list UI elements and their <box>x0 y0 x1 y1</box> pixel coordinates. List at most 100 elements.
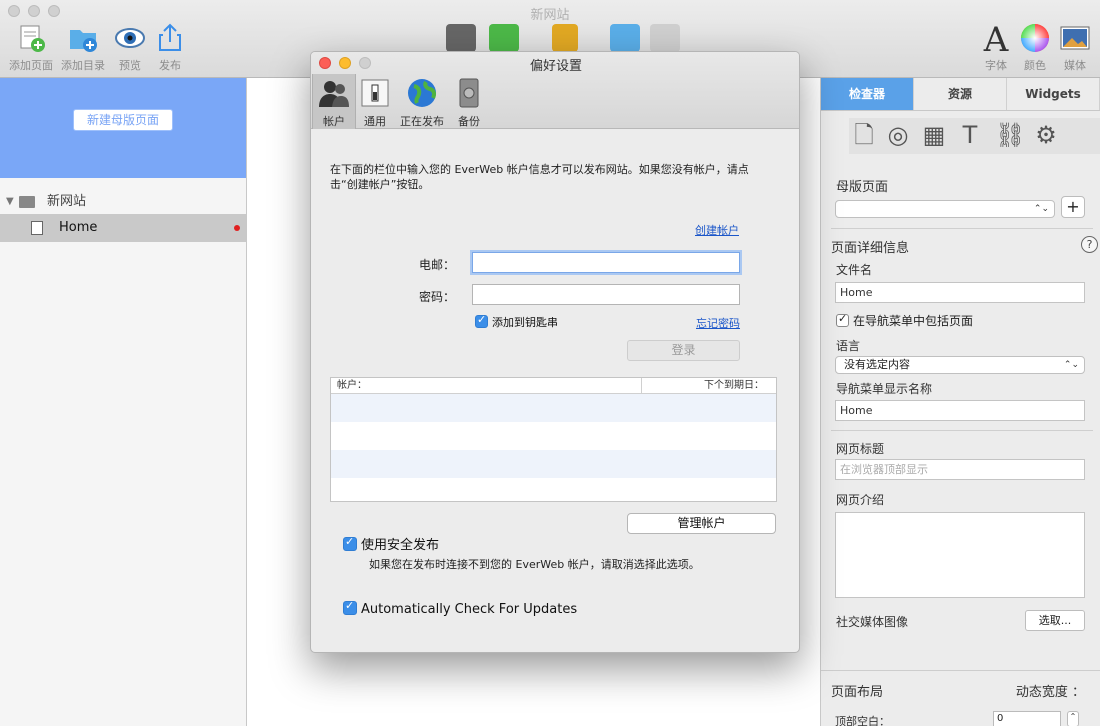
add-folder-button[interactable]: 添加目录 <box>56 22 110 73</box>
table-header: 帐户： 下个到期日： <box>331 378 776 394</box>
eye-icon <box>115 28 145 48</box>
top-space-label: 顶部空白： <box>835 715 890 726</box>
page-layout-section: 页面布局 动态宽度 ： 顶部空白： 0 ⌃ <box>821 670 1100 726</box>
nav-name-label: 导航菜单显示名称 <box>836 382 933 396</box>
globe-icon <box>408 79 436 107</box>
secure-publish-note: 如果您在发布时连接不到您的 EverWeb 帐户，请取消选择此选项。 <box>369 558 700 571</box>
create-account-link[interactable]: 创建帐户 <box>695 222 739 238</box>
tab-publishing-label: 正在发布 <box>400 115 444 128</box>
column-expiry[interactable]: 下个到期日： <box>704 378 764 393</box>
page-intro-textarea[interactable] <box>835 512 1085 598</box>
add-page-button[interactable]: 添加页面 <box>4 22 58 73</box>
tab-inspector[interactable]: 检查器 <box>821 78 914 110</box>
shape-tool-icon[interactable] <box>489 24 519 52</box>
language-select[interactable]: 没有选定内容 ⌃⌄ <box>835 356 1085 374</box>
shape-inspector-icon[interactable]: ◎ <box>885 122 911 148</box>
divider <box>831 228 1093 229</box>
dialog-title: 偏好设置 <box>529 59 582 74</box>
table-row[interactable] <box>331 478 776 506</box>
tab-resources[interactable]: 资源 <box>914 78 1007 110</box>
table-row[interactable] <box>331 422 776 450</box>
filename-field[interactable]: Home <box>835 282 1085 303</box>
master-page-select[interactable]: ⌃⌄ <box>835 200 1055 218</box>
page-inspector-icon[interactable]: 🗋 <box>851 122 877 148</box>
page-label: Home <box>59 220 98 235</box>
social-image-label: 社交媒体图像 <box>836 615 909 629</box>
page-title-label: 网页标题 <box>836 442 885 456</box>
tab-widgets[interactable]: Widgets <box>1007 78 1100 110</box>
select-button-label: 选取... <box>1038 614 1072 627</box>
tab-backup[interactable]: 备份 <box>447 74 491 129</box>
page-sidebar: 新建母版页面 ▼ 新网站 Home <box>0 78 247 726</box>
folder-icon <box>19 196 35 208</box>
language-value: 没有选定内容 <box>844 358 910 371</box>
color-label: 颜色 <box>1024 59 1046 72</box>
publish-label: 发布 <box>159 59 181 72</box>
anchor-tool-icon[interactable] <box>552 24 578 52</box>
tab-general-label: 通用 <box>364 115 386 128</box>
site-tree-item[interactable]: ▼ 新网站 <box>0 191 247 213</box>
email-label: 电邮： <box>419 258 456 272</box>
table-row[interactable] <box>331 450 776 478</box>
email-field[interactable] <box>472 252 740 273</box>
forgot-password-link[interactable]: 忘记密码 <box>696 315 740 331</box>
top-space-stepper[interactable]: ⌃ <box>1067 711 1079 726</box>
social-image-select-button[interactable]: 选取... <box>1025 610 1085 631</box>
refresh-icon[interactable] <box>610 24 640 52</box>
image-tool-icon[interactable] <box>650 24 680 52</box>
inspector-panel: 检查器 资源 Widgets 🗋 ◎ ▦ T ⛓ ⚙ 母版页面 ⌃⌄ + 页面详… <box>820 78 1100 726</box>
page-list-item[interactable]: Home <box>0 214 246 242</box>
secure-publish-label: 使用安全发布 <box>361 538 440 553</box>
tab-account[interactable]: 帐户 <box>312 74 356 129</box>
disclosure-triangle-icon[interactable]: ▼ <box>6 191 14 213</box>
login-button[interactable]: 登录 <box>627 340 740 361</box>
checkbox-icon <box>343 599 357 615</box>
manage-accounts-button[interactable]: 管理帐户 <box>627 513 776 534</box>
checkbox-icon <box>343 535 357 551</box>
help-icon[interactable]: ? <box>1081 236 1098 253</box>
link-inspector-icon[interactable]: ⛓ <box>995 122 1025 148</box>
tab-publishing[interactable]: 正在发布 <box>397 74 447 129</box>
media-button[interactable]: 媒体 <box>1048 22 1100 73</box>
password-field[interactable] <box>472 284 740 305</box>
media-label: 媒体 <box>1064 59 1086 72</box>
page-intro-label: 网页介绍 <box>836 493 885 507</box>
add-folder-label: 添加目录 <box>61 59 105 72</box>
text-tool-icon[interactable] <box>446 24 476 52</box>
inspector-subtabs: 🗋 ◎ ▦ T ⛓ ⚙ <box>849 118 1100 154</box>
accounts-table: 帐户： 下个到期日： <box>330 377 777 502</box>
tab-account-label: 帐户 <box>323 115 345 128</box>
add-master-button[interactable]: + <box>1061 196 1085 218</box>
top-space-field[interactable]: 0 <box>993 711 1061 726</box>
font-label: 字体 <box>985 59 1007 72</box>
select-chevron-icon: ⌃⌄ <box>1063 360 1079 370</box>
page-icon <box>31 221 43 235</box>
publish-button[interactable]: 发布 <box>143 22 197 73</box>
select-chevron-icon: ⌃⌄ <box>1033 204 1049 214</box>
secure-publish-checkbox[interactable]: 使用安全发布 <box>343 534 439 553</box>
text-inspector-icon[interactable]: T <box>957 122 983 148</box>
nav-name-field[interactable]: Home <box>835 400 1085 421</box>
tab-backup-label: 备份 <box>458 115 480 128</box>
table-row[interactable] <box>331 394 776 422</box>
master-page-area: 新建母版页面 <box>0 78 246 178</box>
language-label: 语言 <box>836 339 861 353</box>
page-details-label: 页面详细信息 <box>831 241 910 256</box>
password-label: 密码： <box>419 290 456 304</box>
include-in-nav-checkbox[interactable]: 在导航菜单中包括页面 <box>836 312 973 329</box>
add-folder-icon <box>70 30 97 52</box>
keychain-checkbox[interactable]: 添加到钥匙串 <box>475 313 558 330</box>
add-page-icon <box>20 25 45 52</box>
auto-update-checkbox[interactable]: Automatically Check For Updates <box>343 599 577 617</box>
page-title-field[interactable]: 在浏览器顶部显示 <box>835 459 1085 480</box>
settings-gear-icon[interactable]: ⚙ <box>1033 122 1059 148</box>
tab-general[interactable]: 通用 <box>353 74 397 129</box>
upload-icon <box>159 23 181 51</box>
checkbox-icon <box>475 313 488 328</box>
master-page-label: 母版页面 <box>836 180 889 195</box>
new-master-page-button[interactable]: 新建母版页面 <box>73 109 173 131</box>
layout-inspector-icon[interactable]: ▦ <box>921 122 947 148</box>
color-wheel-icon <box>1021 24 1049 52</box>
column-account[interactable]: 帐户： <box>337 378 367 393</box>
switch-icon <box>361 79 389 107</box>
